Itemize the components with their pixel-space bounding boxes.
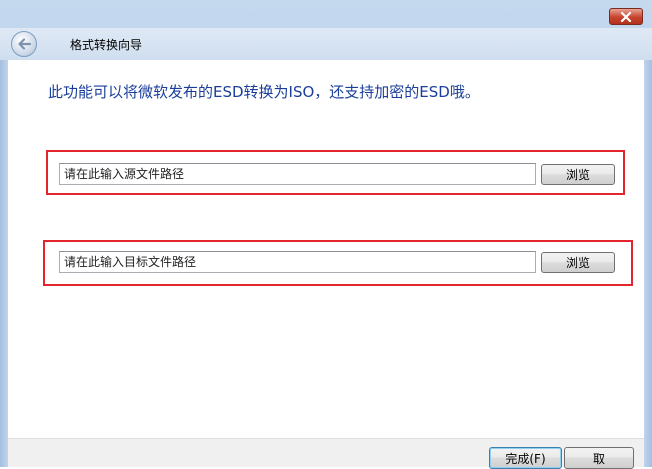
source-path-input[interactable] — [59, 163, 536, 185]
target-browse-button[interactable]: 浏览 — [541, 252, 615, 273]
close-icon — [620, 11, 632, 22]
wizard-header: 格式转换向导 — [0, 28, 652, 60]
cancel-button[interactable]: 取 — [564, 447, 634, 469]
wizard-content: 此功能可以将微软发布的ESD转换为ISO，还支持加密的ESD哦。 浏览 浏览 — [8, 60, 644, 438]
source-browse-button[interactable]: 浏览 — [541, 164, 615, 185]
window-title: 格式转换向导 — [70, 38, 143, 52]
close-button[interactable] — [609, 8, 643, 25]
wizard-footer: 完成(F) 取 — [8, 438, 644, 469]
frame-right-edge — [644, 60, 652, 467]
description-text: 此功能可以将微软发布的ESD转换为ISO，还支持加密的ESD哦。 — [48, 83, 480, 101]
target-path-input[interactable] — [59, 251, 536, 273]
frame-left-edge — [0, 60, 8, 467]
title-bar — [0, 0, 652, 28]
back-arrow-icon — [18, 38, 31, 50]
finish-button[interactable]: 完成(F) — [489, 447, 562, 469]
back-button[interactable] — [11, 31, 37, 57]
